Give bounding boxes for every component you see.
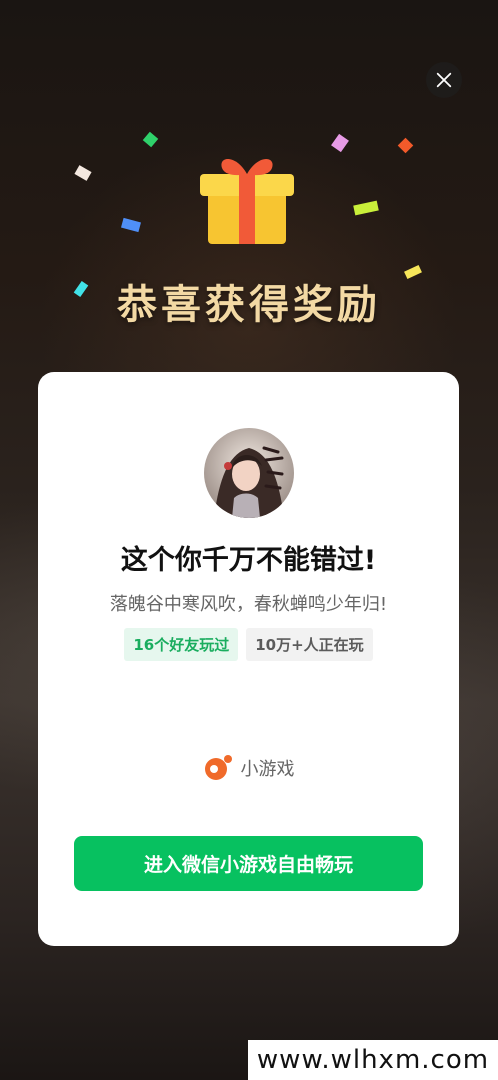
confetti-piece — [121, 217, 141, 233]
confetti-piece — [331, 133, 349, 153]
close-button[interactable] — [426, 62, 462, 98]
confetti-piece — [353, 200, 379, 216]
gift-icon — [196, 146, 298, 248]
mini-game-label: 小游戏 — [240, 759, 295, 780]
confetti-piece — [142, 131, 159, 148]
reward-card: 这个你千万不能错过! 落魄谷中寒风吹，春秋蝉鸣少年归! 16个好友玩过 10万+… — [38, 372, 459, 946]
confetti-piece — [74, 165, 92, 181]
friends-played-tag: 16个好友玩过 — [124, 628, 239, 661]
mini-game-logo-icon — [204, 755, 232, 780]
mini-game-brand: 小游戏 — [38, 754, 459, 782]
site-watermark: www.wlhxm.com — [248, 1040, 498, 1080]
players-count-tag: 10万+人正在玩 — [246, 628, 373, 661]
tag-row: 16个好友玩过 10万+人正在玩 — [38, 628, 459, 661]
confetti-piece — [397, 137, 414, 154]
congrats-title: 恭喜获得奖励 — [117, 282, 381, 328]
game-description: 落魄谷中寒风吹，春秋蝉鸣少年归! — [109, 594, 388, 615]
enter-mini-game-button[interactable]: 进入微信小游戏自由畅玩 — [74, 836, 423, 891]
game-avatar[interactable] — [204, 428, 294, 518]
close-icon — [436, 72, 452, 88]
game-title: 这个你千万不能错过! — [120, 545, 377, 576]
